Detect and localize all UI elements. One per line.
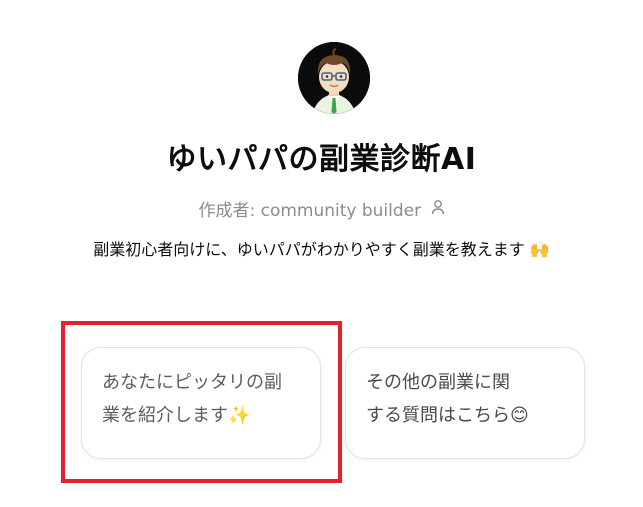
author-line: 作成者: community builder — [0, 196, 643, 221]
conversation-starter-button[interactable]: あなたにピッタリの副 業を紹介します✨ — [81, 347, 321, 459]
starter-text-line: その他の副業に関 — [366, 372, 510, 393]
gpt-avatar — [298, 42, 370, 114]
starter-text-line: 業を紹介します✨ — [102, 405, 251, 426]
gpt-landing: ゆいパパの副業診断AI 作成者: community builder 副業初心者… — [0, 0, 643, 507]
gpt-title: ゆいパパの副業診断AI — [166, 142, 477, 177]
avatar-illustration-icon — [298, 42, 370, 114]
author-prefix: 作成者: — [198, 201, 261, 221]
starter-text-line: あなたにピッタリの副 — [102, 372, 282, 393]
gpt-description: 副業初心者向けに、ゆいパパがわかりやすく副業を教えます 🙌 — [93, 240, 550, 259]
author-name[interactable]: community builder — [261, 201, 422, 221]
starter-text-line: する質問はこちら😊 — [366, 405, 529, 426]
person-icon — [431, 199, 445, 220]
conversation-starter-button[interactable]: その他の副業に関 する質問はこちら😊 — [345, 347, 585, 459]
